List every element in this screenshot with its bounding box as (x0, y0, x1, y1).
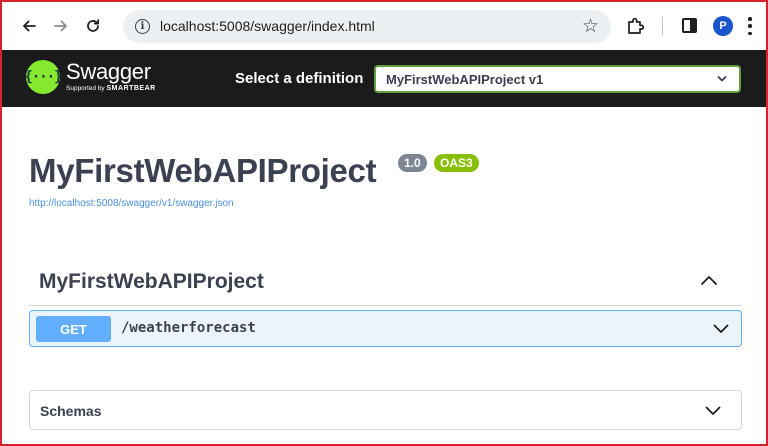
chevron-down-icon[interactable] (705, 406, 721, 416)
logo-sub-prefix: Supported by (66, 85, 105, 92)
operation-get-weatherforecast[interactable]: GET /weatherforecast (29, 310, 742, 347)
browser-toolbar: i localhost:5008/swagger/index.html ☆ P (2, 2, 766, 50)
version-badge: 1.0 (398, 154, 427, 172)
reload-icon[interactable] (80, 13, 106, 39)
forward-arrow-icon[interactable] (48, 13, 74, 39)
back-arrow-icon[interactable] (16, 13, 42, 39)
http-method-badge: GET (36, 316, 111, 342)
oas-badge: OAS3 (434, 154, 479, 172)
definition-label: Select a definition (235, 70, 364, 87)
profile-avatar[interactable]: P (713, 16, 733, 36)
schemas-title: Schemas (40, 403, 102, 419)
chevron-down-icon[interactable] (713, 324, 729, 334)
extensions-puzzle-icon[interactable] (625, 16, 645, 36)
swagger-logo-title: Swagger (66, 59, 151, 84)
bookmark-star-icon[interactable]: ☆ (582, 15, 599, 38)
logo-sub-brand: SMARTBEAR (106, 85, 156, 92)
spec-url-link[interactable]: http://localhost:5008/swagger/v1/swagger… (29, 198, 234, 209)
address-bar[interactable]: i localhost:5008/swagger/index.html ☆ (123, 10, 611, 43)
api-title: MyFirstWebAPIProject (29, 152, 377, 189)
chevron-up-icon[interactable] (700, 274, 718, 286)
definition-select[interactable]: MyFirstWebAPIProject v1 (374, 65, 741, 93)
side-panel-icon[interactable] (682, 18, 697, 33)
site-info-icon[interactable]: i (135, 19, 150, 34)
kebab-menu-icon[interactable] (748, 17, 752, 35)
toolbar-divider (662, 17, 663, 35)
swagger-logo-subtitle: Supported by SMARTBEAR (66, 85, 156, 92)
operation-path: /weatherforecast (121, 320, 256, 336)
tag-title: MyFirstWebAPIProject (39, 270, 264, 293)
definition-select-value: MyFirstWebAPIProject v1 (386, 71, 544, 87)
schemas-section[interactable]: Schemas (29, 390, 742, 430)
tag-section-header[interactable]: MyFirstWebAPIProject (29, 264, 742, 306)
browser-window: i localhost:5008/swagger/index.html ☆ P … (0, 0, 768, 446)
address-bar-url[interactable]: localhost:5008/swagger/index.html (160, 18, 375, 34)
swagger-logo-text: Swagger Supported by SMARTBEAR (66, 59, 156, 93)
swagger-topbar: {···} Swagger Supported by SMARTBEAR Sel… (2, 50, 766, 107)
chevron-down-icon (717, 76, 727, 82)
swagger-logo[interactable]: {···} Swagger Supported by SMARTBEAR (24, 59, 156, 94)
swagger-logo-icon: {···} (24, 60, 63, 94)
